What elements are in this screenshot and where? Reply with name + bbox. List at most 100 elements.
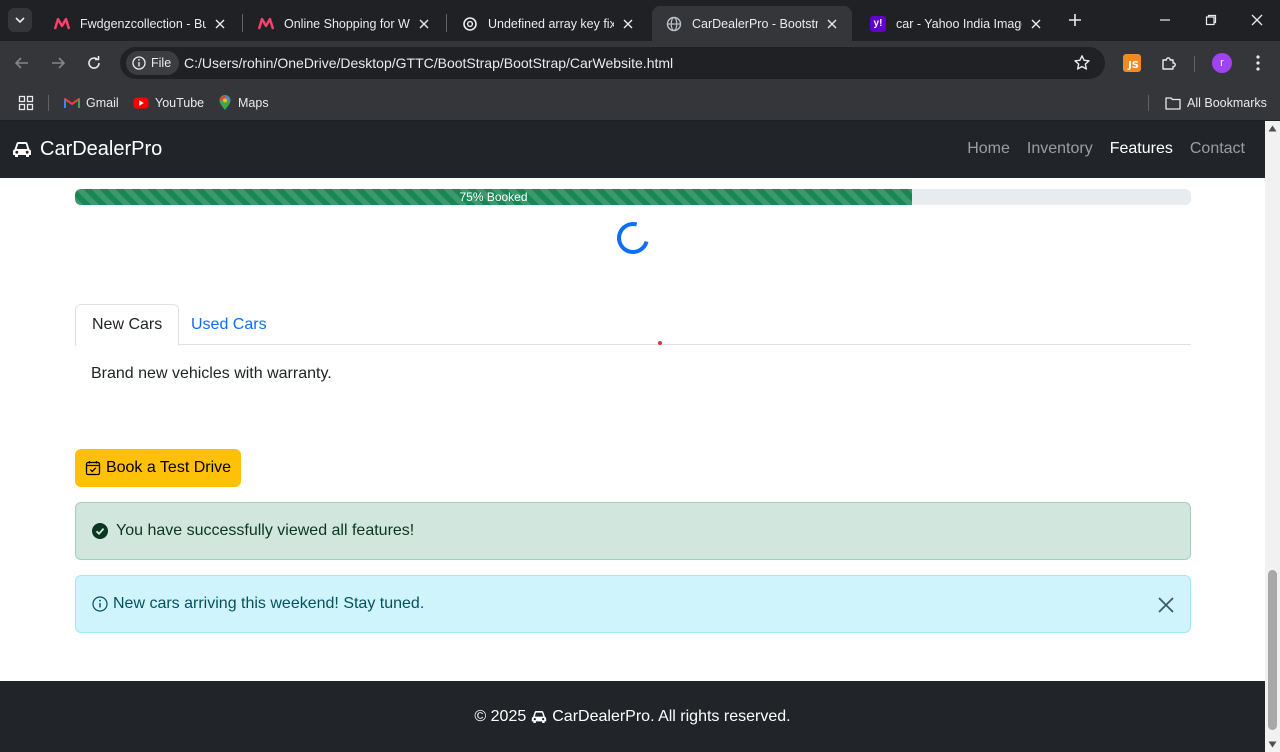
brand-link[interactable]: CarDealerPro xyxy=(12,138,162,161)
scroll-up-arrow-icon[interactable] xyxy=(1268,125,1277,132)
folder-icon xyxy=(1165,97,1181,110)
restore-icon xyxy=(1205,14,1217,26)
tab-pane-text: Brand new vehicles with warranty. xyxy=(91,365,332,382)
close-tab-icon[interactable] xyxy=(416,16,432,32)
close-tab-icon[interactable] xyxy=(1028,16,1044,32)
nav-links: Home Inventory Features Contact xyxy=(967,140,1245,158)
info-circle-icon xyxy=(92,596,108,612)
bookmark-label: Gmail xyxy=(86,96,119,110)
close-tab-icon[interactable] xyxy=(620,16,636,32)
bookmarks-separator xyxy=(48,95,49,111)
browser-toolbar: File C:/Users/rohin/OneDrive/Desktop/GTT… xyxy=(0,41,1280,86)
bookmarks-separator xyxy=(1148,95,1149,111)
url-text[interactable]: C:/Users/rohin/OneDrive/Desktop/GTTC/Boo… xyxy=(184,55,673,71)
myntra-icon xyxy=(54,16,70,32)
tab-title: CarDealerPro - Bootstrap xyxy=(692,16,818,31)
tab-separator xyxy=(242,14,243,32)
avatar: r xyxy=(1212,53,1232,73)
scrollbar-thumb[interactable] xyxy=(1268,570,1277,730)
footer-text: CarDealerPro. All rights reserved. xyxy=(552,707,791,725)
nav-link-inventory[interactable]: Inventory xyxy=(1027,140,1093,158)
back-button[interactable] xyxy=(10,51,34,75)
info-alert: New cars arriving this weekend! Stay tun… xyxy=(75,575,1191,633)
browser-menu-button[interactable] xyxy=(1248,53,1268,73)
bookmark-star-icon[interactable] xyxy=(1073,54,1091,72)
nav-link-features[interactable]: Features xyxy=(1110,140,1173,158)
all-bookmarks-button[interactable]: All Bookmarks xyxy=(1165,93,1267,113)
nav-link-contact[interactable]: Contact xyxy=(1190,140,1245,158)
forward-button[interactable] xyxy=(46,51,70,75)
tab-title: Fwdgenzcollection - Buy xyxy=(80,16,206,31)
toolbar-separator xyxy=(1194,56,1195,72)
alert-close-button[interactable] xyxy=(1156,595,1176,615)
gmail-icon xyxy=(64,98,80,108)
car-icon xyxy=(532,710,547,723)
bookmark-maps[interactable]: Maps xyxy=(218,93,269,113)
tab-title: Online Shopping for Wor xyxy=(284,16,410,31)
book-test-drive-button[interactable]: Book a Test Drive xyxy=(75,449,241,487)
success-alert-text: You have successfully viewed all feature… xyxy=(116,522,415,539)
site-footer: © 2025 CarDealerPro. All rights reserved… xyxy=(0,681,1265,752)
apps-button[interactable] xyxy=(18,93,34,113)
new-tab-button[interactable] xyxy=(1066,11,1084,29)
js-extension-icon: JS xyxy=(1123,54,1141,72)
info-alert-text: New cars arriving this weekend! Stay tun… xyxy=(113,595,425,612)
browser-tab-3[interactable]: Undefined array key fix xyxy=(448,6,648,41)
puzzle-icon xyxy=(1162,57,1176,70)
close-window-button[interactable] xyxy=(1247,10,1267,30)
bookmark-youtube[interactable]: YouTube xyxy=(133,93,204,113)
page-viewport: CarDealerPro Home Inventory Features Con… xyxy=(0,121,1265,752)
minimize-icon xyxy=(1160,19,1170,21)
scroll-down-arrow-icon[interactable] xyxy=(1268,741,1277,748)
bookmark-label: Maps xyxy=(238,96,269,110)
chatgpt-icon xyxy=(462,16,478,32)
browser-tab-5[interactable]: y! car - Yahoo India Image xyxy=(856,6,1056,41)
success-alert: You have successfully viewed all feature… xyxy=(75,502,1191,560)
arrow-left-icon xyxy=(14,57,28,69)
calendar-check-icon xyxy=(85,461,101,476)
check-circle-icon xyxy=(92,523,108,539)
page-scrollbar[interactable] xyxy=(1265,121,1280,752)
browser-tab-strip: Fwdgenzcollection - Buy Online Shopping … xyxy=(0,0,1280,41)
close-tab-icon[interactable] xyxy=(824,16,840,32)
browser-tab-2[interactable]: Online Shopping for Wor xyxy=(244,6,444,41)
profile-button[interactable]: r xyxy=(1212,53,1232,73)
tab-search-button[interactable] xyxy=(8,8,32,32)
info-icon xyxy=(132,56,146,70)
brand-name: CarDealerPro xyxy=(40,138,163,160)
apps-grid-icon xyxy=(18,95,34,111)
js-extension-button[interactable]: JS xyxy=(1122,53,1142,73)
bookmark-gmail[interactable]: Gmail xyxy=(64,93,119,113)
booking-progress: 75% Booked xyxy=(75,189,1191,205)
chevron-down-icon xyxy=(15,17,25,24)
restore-button[interactable] xyxy=(1201,10,1221,30)
yahoo-icon: y! xyxy=(870,15,886,32)
nav-link-home[interactable]: Home xyxy=(967,140,1010,158)
reload-icon xyxy=(88,56,100,69)
address-bar[interactable]: File C:/Users/rohin/OneDrive/Desktop/GTT… xyxy=(120,47,1105,79)
tab-title: Undefined array key fix xyxy=(488,16,614,31)
close-icon xyxy=(1251,14,1263,26)
car-tabs: New Cars Used Cars xyxy=(75,304,1191,346)
tab-used-cars[interactable]: Used Cars xyxy=(175,304,283,345)
booking-progress-bar: 75% Booked xyxy=(75,189,912,205)
extensions-button[interactable] xyxy=(1159,53,1179,73)
all-bookmarks-label: All Bookmarks xyxy=(1187,96,1267,110)
tab-new-cars[interactable]: New Cars xyxy=(75,304,180,346)
maps-icon xyxy=(219,95,231,110)
close-icon xyxy=(1158,597,1174,613)
kebab-menu-icon xyxy=(1256,55,1260,71)
browser-tab-4-active[interactable]: CarDealerPro - Bootstrap xyxy=(652,6,852,41)
myntra-icon xyxy=(258,16,274,32)
chip-label: File xyxy=(151,56,172,70)
close-tab-icon[interactable] xyxy=(212,16,228,32)
bookmarks-bar: Gmail YouTube Maps All Bookmarks xyxy=(0,86,1280,121)
button-label: Book a Test Drive xyxy=(105,459,232,476)
reload-button[interactable] xyxy=(82,51,106,75)
site-info-chip[interactable]: File xyxy=(126,51,180,75)
youtube-icon xyxy=(133,97,149,109)
browser-tab-1[interactable]: Fwdgenzcollection - Buy xyxy=(40,6,240,41)
bookmark-label: YouTube xyxy=(155,96,205,110)
minimize-button[interactable] xyxy=(1155,10,1175,30)
globe-icon xyxy=(666,16,682,32)
